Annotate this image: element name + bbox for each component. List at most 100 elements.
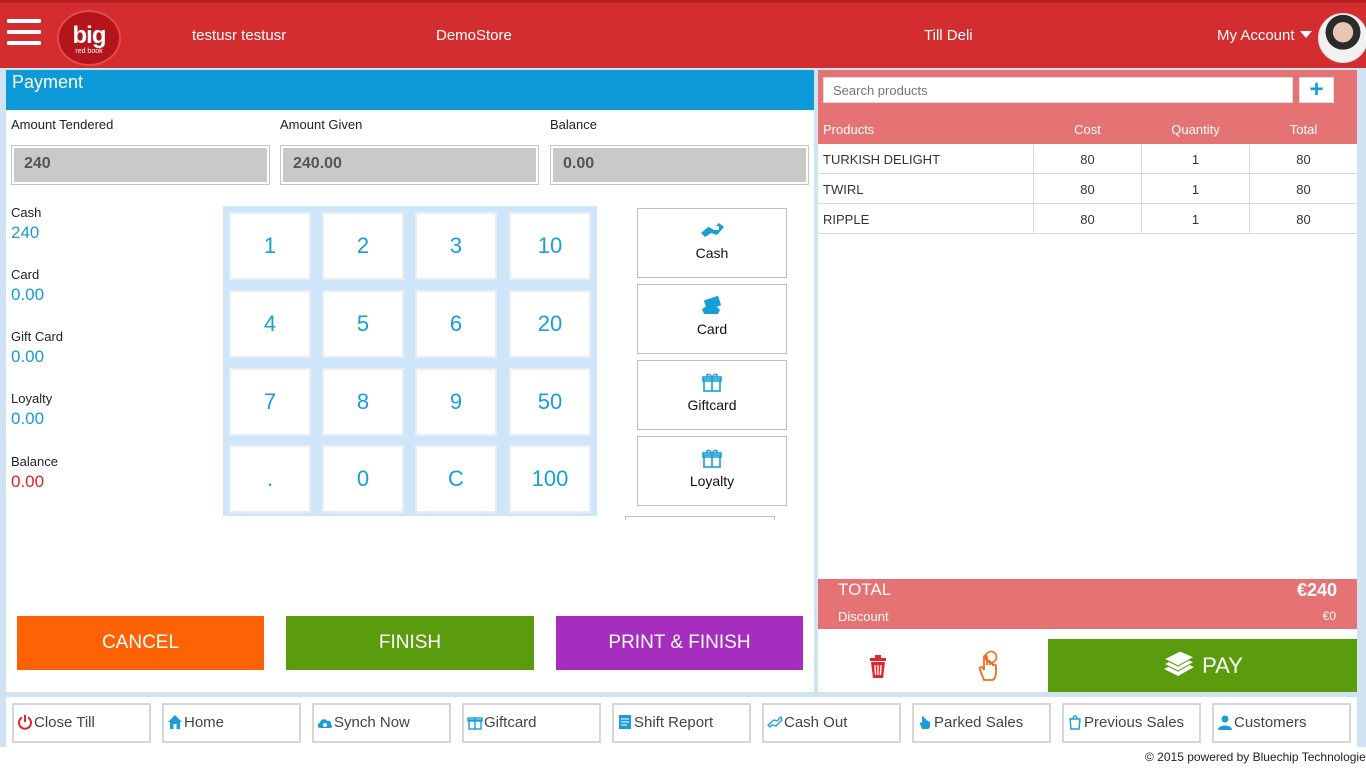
key-decimal[interactable]: . bbox=[229, 445, 311, 513]
home-icon bbox=[168, 715, 182, 729]
customers-label: Customers bbox=[1234, 714, 1307, 731]
payment-panel: Payment Amount Tendered Amount Given Bal… bbox=[6, 70, 814, 692]
synch-now-button[interactable]: Synch Now bbox=[312, 703, 451, 743]
home-label: Home bbox=[184, 714, 225, 731]
user-name: testusr testusr bbox=[192, 27, 287, 44]
product-cost: 80 bbox=[1080, 152, 1095, 167]
key-2[interactable]: 2 bbox=[322, 212, 404, 280]
logo[interactable]: big red book bbox=[57, 10, 121, 66]
avatar[interactable] bbox=[1318, 13, 1366, 63]
balance-value: 0.00 bbox=[553, 148, 806, 182]
home-button[interactable]: Home bbox=[162, 703, 301, 743]
cloud-sync-icon bbox=[317, 719, 333, 728]
giftcard-tender-label: Giftcard bbox=[687, 397, 737, 413]
table-row[interactable]: TURKISH DELIGHT 80 1 80 bbox=[818, 144, 1357, 174]
cash-tender-label: Cash bbox=[695, 245, 729, 261]
loyalty-tender-button[interactable]: Loyalty bbox=[637, 436, 787, 506]
gift-icon bbox=[702, 449, 722, 468]
add-product-button[interactable]: + bbox=[1299, 77, 1334, 103]
close-till-label: Close Till bbox=[34, 714, 95, 731]
my-account-menu[interactable]: My Account bbox=[1217, 27, 1312, 44]
product-quantity[interactable]: 1 bbox=[1142, 152, 1249, 167]
user-icon bbox=[1218, 715, 1232, 730]
customers-button[interactable]: Customers bbox=[1212, 703, 1351, 743]
amount-tendered-field[interactable]: 240 bbox=[11, 145, 270, 185]
product-quantity[interactable]: 1 bbox=[1142, 182, 1249, 197]
key-9[interactable]: 9 bbox=[415, 368, 497, 436]
gift-icon bbox=[467, 717, 483, 730]
column-cost: Cost bbox=[1074, 122, 1101, 137]
report-icon bbox=[619, 715, 631, 729]
table-row[interactable]: RIPPLE 80 1 80 bbox=[818, 204, 1357, 234]
logo-subtext: red book bbox=[75, 48, 103, 55]
park-sale-hand-icon[interactable] bbox=[974, 650, 1002, 682]
cash-out-button[interactable]: Cash Out bbox=[762, 703, 901, 743]
menu-icon[interactable] bbox=[7, 19, 41, 47]
cancel-button[interactable]: CANCEL bbox=[17, 616, 264, 670]
key-clear[interactable]: C bbox=[415, 445, 497, 513]
parked-sales-button[interactable]: Parked Sales bbox=[912, 703, 1051, 743]
top-bar: big red book testusr testusr DemoStore T… bbox=[0, 0, 1366, 68]
hand-icon bbox=[919, 716, 930, 729]
product-total: 80 bbox=[1296, 182, 1311, 197]
table-row[interactable]: TWIRL 80 1 80 bbox=[818, 174, 1357, 204]
product-total: 80 bbox=[1296, 152, 1311, 167]
balance-field[interactable]: 0.00 bbox=[550, 145, 809, 185]
key-7[interactable]: 7 bbox=[229, 368, 311, 436]
product-name: TWIRL bbox=[823, 182, 864, 197]
balance-tender-label: Balance bbox=[11, 454, 58, 469]
product-name: TURKISH DELIGHT bbox=[823, 152, 941, 167]
total-value: €240 bbox=[1296, 580, 1337, 600]
discount-value: €0 bbox=[1322, 609, 1336, 623]
total-summary: TOTAL €240 Discount €0 bbox=[818, 579, 1357, 629]
product-quantity[interactable]: 1 bbox=[1142, 212, 1249, 227]
close-till-button[interactable]: Close Till bbox=[12, 703, 151, 743]
synch-now-label: Synch Now bbox=[334, 714, 410, 731]
shift-report-label: Shift Report bbox=[634, 714, 714, 731]
store-name: DemoStore bbox=[436, 27, 512, 44]
search-input[interactable] bbox=[823, 77, 1293, 103]
card-icon bbox=[702, 296, 721, 314]
parked-sales-label: Parked Sales bbox=[934, 714, 1024, 731]
key-50[interactable]: 50 bbox=[509, 368, 591, 436]
loyalty-tender-label: Loyalty bbox=[689, 473, 735, 489]
key-4[interactable]: 4 bbox=[229, 290, 311, 358]
total-label: TOTAL bbox=[838, 580, 892, 599]
cash-tender-button[interactable]: Cash bbox=[637, 208, 787, 278]
giftcard-tender-value: 0.00 bbox=[11, 347, 45, 366]
footer: © 2015 powered by Bluechip Technologies bbox=[0, 747, 1366, 768]
cash-icon bbox=[701, 223, 724, 237]
key-20[interactable]: 20 bbox=[509, 290, 591, 358]
key-8[interactable]: 8 bbox=[322, 368, 404, 436]
product-cost: 80 bbox=[1080, 212, 1095, 227]
product-cost: 80 bbox=[1080, 182, 1095, 197]
loyalty-tender-label: Loyalty bbox=[11, 391, 53, 406]
finish-button[interactable]: FINISH bbox=[286, 616, 534, 670]
key-6[interactable]: 6 bbox=[415, 290, 497, 358]
key-3[interactable]: 3 bbox=[415, 212, 497, 280]
previous-sales-button[interactable]: Previous Sales bbox=[1062, 703, 1201, 743]
amount-given-field[interactable]: 240.00 bbox=[280, 145, 539, 185]
card-tender-label: Card bbox=[696, 321, 728, 337]
tender-button-overflow[interactable] bbox=[625, 516, 775, 520]
column-total: Total bbox=[1289, 122, 1318, 137]
giftcard-button[interactable]: Giftcard bbox=[462, 703, 601, 743]
key-5[interactable]: 5 bbox=[322, 290, 404, 358]
shift-report-button[interactable]: Shift Report bbox=[612, 703, 751, 743]
cash-tender-value: 240 bbox=[11, 223, 40, 242]
trash-icon[interactable] bbox=[865, 654, 891, 680]
key-10[interactable]: 10 bbox=[509, 212, 591, 280]
cash-out-label: Cash Out bbox=[784, 714, 848, 731]
cart-panel: + Products Cost Quantity Total TURKISH D… bbox=[818, 70, 1357, 692]
key-1[interactable]: 1 bbox=[229, 212, 311, 280]
discount-label: Discount bbox=[838, 609, 889, 624]
giftcard-tender-button[interactable]: Giftcard bbox=[637, 360, 787, 430]
cash-stack-icon bbox=[1162, 650, 1196, 676]
key-0[interactable]: 0 bbox=[322, 445, 404, 513]
my-account-label: My Account bbox=[1217, 27, 1295, 44]
power-icon bbox=[18, 715, 32, 730]
pay-button[interactable]: PAY bbox=[1048, 639, 1357, 692]
card-tender-button[interactable]: Card bbox=[637, 284, 787, 354]
key-100[interactable]: 100 bbox=[509, 445, 591, 513]
print-finish-button[interactable]: PRINT & FINISH bbox=[556, 616, 803, 670]
